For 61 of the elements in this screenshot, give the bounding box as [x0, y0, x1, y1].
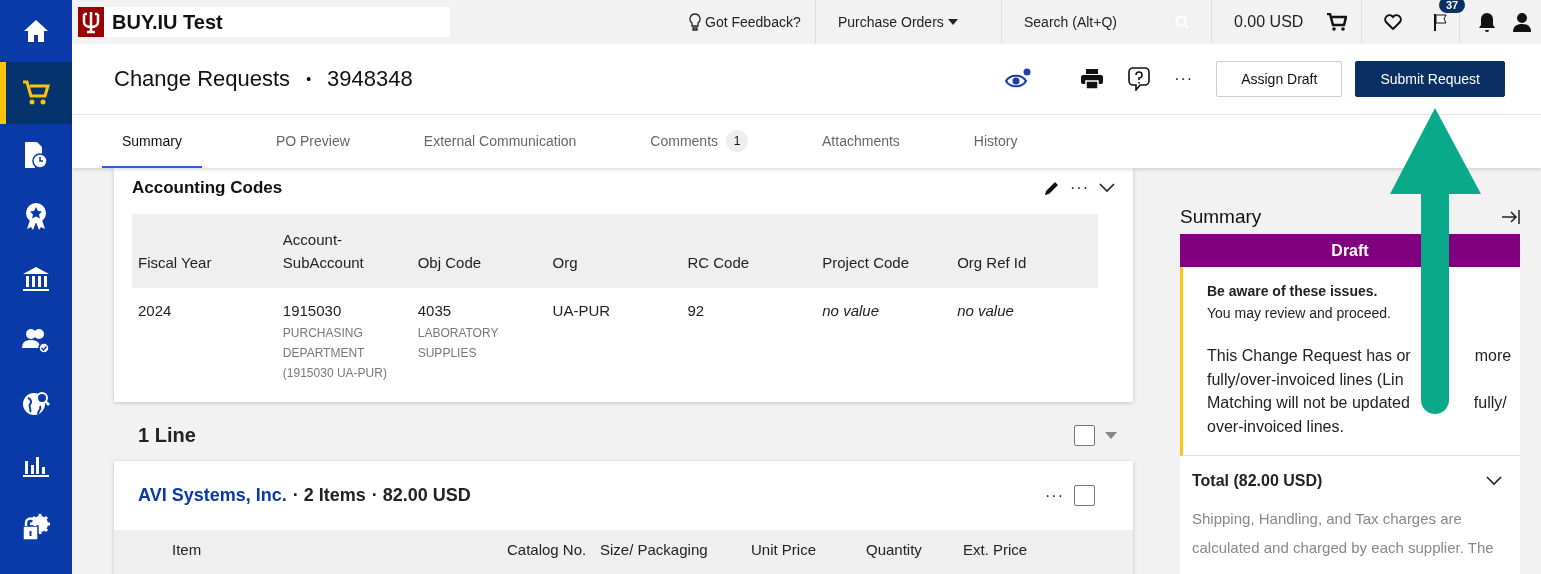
purchase-orders-menu[interactable]: Purchase Orders: [838, 14, 958, 30]
tab[interactable]: History: [973, 115, 1018, 168]
warning-text: fully/: [1473, 394, 1507, 413]
submit-button[interactable]: Submit Request: [1355, 61, 1505, 97]
table-cell-text: 92: [687, 302, 706, 319]
column-header: Fiscal Year: [138, 253, 213, 273]
column-header: Account-SubAccount: [282, 230, 365, 273]
column-header: Catalog No.: [507, 540, 588, 560]
table-cell-text: no value: [957, 302, 1015, 319]
table-cell-text: 1915030: [282, 302, 343, 319]
table-cell-text: 4035: [417, 302, 453, 319]
warning-subtitle: You may review and proceed.: [1207, 305, 1392, 321]
section-title: 1 Line: [138, 424, 196, 447]
search-field[interactable]: Search (Alt+Q): [1024, 14, 1117, 30]
request-number: 3948348: [327, 66, 413, 92]
section-title: Accounting Codes: [132, 178, 283, 198]
tab[interactable]: Comments 1: [650, 115, 749, 168]
status-banner: Draft: [1180, 234, 1520, 267]
column-header: Ext. Price: [963, 540, 1029, 560]
column-header: RC Code: [687, 253, 751, 273]
total-title: Total (82.00 USD): [1192, 472, 1323, 490]
cell-note: PURCHASING DEPARTMENT (1915030 UA-PUR): [282, 325, 388, 382]
cell-note: LABORATORY SUPPLIES: [417, 325, 500, 362]
page-title: Change Requests: [114, 66, 291, 92]
column-header: Org: [552, 253, 579, 273]
logo[interactable]: BUY.IU Test: [78, 7, 450, 37]
more-button[interactable]: ···: [1070, 179, 1089, 197]
tab[interactable]: PO Preview: [275, 115, 350, 168]
cart-total[interactable]: 0.00 USD: [1234, 13, 1304, 31]
item-count: · 2 Items: [292, 485, 366, 506]
column-header: Unit Price: [751, 540, 818, 560]
column-header: Org Ref Id: [957, 253, 1028, 273]
supplier-link[interactable]: AVI Systems, Inc.: [138, 485, 287, 506]
warning-text: fully/over-invoiced lines (Lin: [1207, 370, 1404, 390]
table-cell-text: 2024: [138, 302, 173, 319]
comment-count: 1: [726, 129, 749, 152]
more-button[interactable]: ···: [1045, 486, 1064, 505]
warning-title: Be aware of these issues.: [1207, 283, 1379, 299]
tab[interactable]: Attachments: [822, 115, 900, 168]
notification-count: 37: [1439, 0, 1466, 13]
title-separator: •: [306, 71, 312, 87]
column-header: Quantity: [866, 540, 923, 560]
total-note: calculated and charged by each supplier. The: [1192, 538, 1495, 558]
supplier-total: · 82.00 USD: [371, 485, 471, 506]
warning-text: This Change Request has or: [1207, 347, 1411, 366]
tab[interactable]: External Communication: [423, 115, 577, 168]
table-cell-text: no value: [822, 302, 880, 319]
warning-text: over-invoiced lines.: [1207, 417, 1344, 437]
warning-text: more: [1474, 347, 1512, 366]
column-header: Project Code: [822, 253, 910, 273]
logo-text: BUY.IU Test: [112, 10, 223, 34]
summary-title: Summary: [1180, 206, 1262, 228]
table-cell-text: UA-PUR: [552, 302, 612, 319]
feedback-link[interactable]: Got Feedback?: [689, 13, 801, 31]
more-button[interactable]: ···: [1174, 70, 1194, 88]
assign-button[interactable]: Assign Draft: [1216, 61, 1343, 97]
total-note: Shipping, Handling, and Tax charges are: [1192, 509, 1463, 529]
column-header: Size/ Packaging: [600, 540, 709, 560]
column-header: Item: [172, 540, 203, 560]
warning-text: Matching will not be updated: [1207, 394, 1410, 413]
column-header: Obj Code: [417, 253, 483, 273]
